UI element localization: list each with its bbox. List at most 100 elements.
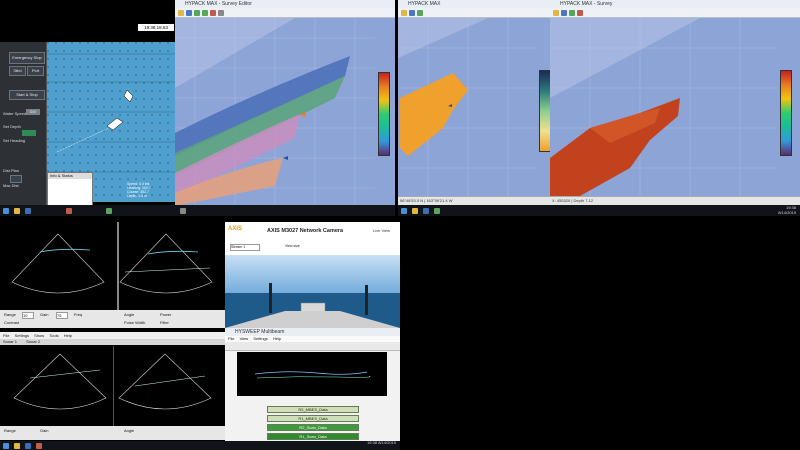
survey-map-window-right-a: HYPACK MAX 56°48'53.5 N | 163°59'21.4 W	[398, 0, 550, 205]
menu-view[interactable]: View	[240, 336, 249, 341]
range-value[interactable]: 10	[22, 312, 34, 319]
task-app-2-icon[interactable]	[423, 208, 429, 214]
pan-icon[interactable]	[210, 10, 216, 16]
menu-tools[interactable]: Tools	[49, 333, 58, 338]
gps-readout: 19:38:18.53	[138, 24, 174, 31]
save-icon[interactable]	[186, 10, 192, 16]
menu-settings[interactable]: Settings	[253, 336, 267, 341]
range-label-b: Range	[4, 428, 16, 433]
track-r1-scan[interactable]: R1_Scan_Data	[267, 433, 359, 440]
camera-feed[interactable]	[225, 255, 400, 328]
start-icon[interactable]	[401, 208, 407, 214]
angle-label: Angle	[124, 312, 135, 317]
control-panel: Emergency Stop Stbd Port Start & Stop Wa…	[0, 42, 47, 215]
menu-help[interactable]: Help	[64, 333, 72, 338]
info-status-popup[interactable]: Info & Status	[47, 172, 93, 208]
vessel-control-window: 19:38:18.53 Emergency Stop Stbd Port Sta…	[0, 0, 175, 215]
menu-settings[interactable]: Settings	[15, 333, 29, 338]
sonar-window: Range 10 Gain 75 Freq Contrast Angle Pow…	[0, 222, 225, 450]
task-app-5-icon[interactable]	[180, 208, 186, 214]
power-label: Power	[160, 312, 172, 317]
tab-sonar-2[interactable]: Sonar 2	[26, 339, 40, 344]
taskbar-bottom: 19:38 8/14/2019	[0, 440, 400, 450]
survey-map-window-right-b: HYPACK MAX - Survey X: 455320 | Depth 7.…	[550, 0, 800, 205]
live-view-link[interactable]: Live View	[373, 228, 390, 233]
survey-map-window-left: HYPACK MAX - Survey Editor 56°48'53.5 N …	[175, 0, 395, 215]
map-right-b-statusbar: X: 455320 | Depth 7.12	[550, 196, 800, 205]
task-app-1-icon[interactable]	[412, 208, 418, 214]
map-left-toolbar	[175, 8, 395, 18]
zoom-icon[interactable]	[417, 10, 423, 16]
set-depth-label: Set Depth	[3, 124, 21, 129]
pulse-width-label: Pulse Width	[124, 320, 146, 325]
menu-show[interactable]: Show	[34, 333, 44, 338]
task-app-3-icon[interactable]	[36, 443, 42, 449]
multibeam-profile[interactable]	[237, 352, 387, 396]
axis-logo: AXIS	[228, 226, 243, 232]
menu-file[interactable]: File	[228, 336, 234, 341]
open-icon[interactable]	[553, 10, 559, 16]
port-button[interactable]: Port	[27, 66, 44, 76]
max-dist-label: Max Dist	[3, 183, 19, 188]
camera-title: AXIS M3027 Network Camera	[267, 228, 344, 234]
multibeam-window: HYSWEEP Multibeam File View Settings Hel…	[225, 328, 400, 444]
open-icon[interactable]	[178, 10, 184, 16]
tab-sonar-1[interactable]: Sonar 1	[3, 339, 17, 344]
track-r1-mbes[interactable]: R1_MBES_Data	[267, 415, 359, 422]
range-label: Range	[4, 312, 16, 317]
gain-value[interactable]: 75	[56, 312, 68, 319]
contrast-label: Contrast	[4, 320, 20, 325]
close-icon[interactable]	[577, 10, 583, 16]
green-status-box[interactable]	[22, 130, 36, 136]
angle-label-b: Angle	[124, 428, 135, 433]
menu-help[interactable]: Help	[273, 336, 281, 341]
sonar-controls-bottom: Range Gain Angle	[0, 426, 225, 440]
small-button-a[interactable]	[10, 175, 22, 183]
camera-window: AXIS AXIS M3027 Network Camera Live View…	[225, 222, 400, 328]
start-icon[interactable]	[3, 443, 9, 449]
sonar-fans-top[interactable]	[0, 222, 225, 310]
emergency-stop-button[interactable]: Emergency Stop	[9, 52, 45, 64]
set-heading-label: Set Heading	[3, 138, 26, 143]
clock-bottom: 19:38 8/14/2019	[367, 440, 396, 445]
freq-label: Freq	[74, 312, 83, 317]
water-speed-label: Water Speed	[3, 111, 27, 116]
sonar-tabs: Sonar 1 Sonar 2	[0, 339, 225, 345]
gain-label-b: Gain	[40, 428, 49, 433]
menu-file[interactable]: File	[3, 333, 9, 338]
zoom-out-icon[interactable]	[202, 10, 208, 16]
task-app-1-icon[interactable]	[14, 208, 20, 214]
start-stop-button[interactable]: Start & Stop	[9, 90, 45, 100]
task-app-3-icon[interactable]	[66, 208, 72, 214]
sonar-controls-top: Range 10 Gain 75 Freq Contrast Angle Pow…	[0, 310, 225, 328]
start-icon[interactable]	[3, 208, 9, 214]
map-left-canvas[interactable]	[175, 18, 375, 206]
zoom-in-icon[interactable]	[194, 10, 200, 16]
save-icon[interactable]	[561, 10, 567, 16]
task-app-3-icon[interactable]	[434, 208, 440, 214]
task-app-2-icon[interactable]	[25, 208, 31, 214]
track-r2-scan[interactable]: R2_Scan_Data	[267, 424, 359, 431]
track-r2-mbes[interactable]: R2_MBES_Data	[267, 406, 359, 413]
task-app-4-icon[interactable]	[106, 208, 112, 214]
depth-legend-a	[539, 70, 550, 152]
filter-label: Filter	[160, 320, 169, 325]
map-right-b-canvas[interactable]	[550, 18, 775, 196]
stream-select[interactable]: Stream 1	[230, 244, 260, 251]
task-app-1-icon[interactable]	[14, 443, 20, 449]
depth-legend	[378, 72, 390, 156]
sonar-menubar: File Settings Show Tools Help	[0, 332, 225, 339]
open-icon[interactable]	[401, 10, 407, 16]
zoom-icon[interactable]	[569, 10, 575, 16]
view-size-label: View size	[285, 244, 300, 248]
gain-label: Gain	[40, 312, 49, 317]
task-app-2-icon[interactable]	[25, 443, 31, 449]
measure-icon[interactable]	[218, 10, 224, 16]
sonar-fans-bottom[interactable]	[0, 346, 225, 426]
save-icon[interactable]	[409, 10, 415, 16]
popup-title: Info & Status	[48, 173, 92, 179]
map-right-toolbar-b	[550, 8, 800, 18]
taskbar-top-right: 19:38 8/14/2019	[398, 205, 800, 216]
stbd-button[interactable]: Stbd	[9, 66, 26, 76]
map-right-a-canvas[interactable]	[398, 18, 538, 196]
